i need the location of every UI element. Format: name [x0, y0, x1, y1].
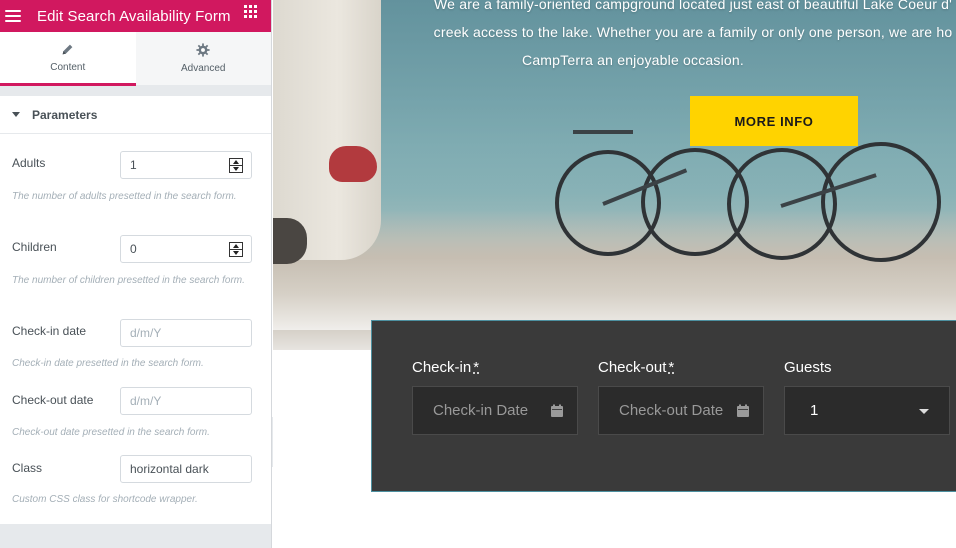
spinner-up-icon[interactable] — [230, 243, 242, 250]
required-mark: * — [473, 359, 480, 376]
tab-advanced[interactable]: Advanced — [135, 32, 271, 85]
checkin-date-picker[interactable]: Check-in Date — [412, 386, 578, 435]
tab-advanced-label: Advanced — [181, 63, 226, 74]
checkin-date-input[interactable]: d/m/Y — [120, 319, 252, 347]
hero-text-line-2: creek access to the lake. Whether you ar… — [433, 24, 953, 40]
adults-value: 1 — [130, 158, 137, 172]
chevron-down-icon — [919, 409, 929, 414]
guests-select[interactable]: 1 — [784, 386, 950, 435]
children-value: 0 — [130, 242, 137, 256]
caret-down-icon — [12, 112, 20, 117]
spinner-down-icon[interactable] — [230, 166, 242, 172]
children-description: The number of children presetted in the … — [12, 275, 245, 286]
more-info-button[interactable]: MORE INFO — [690, 96, 858, 146]
checkin-date-label: Check-in date — [12, 324, 87, 338]
adults-spinner[interactable] — [229, 158, 243, 173]
checkout-date-description: Check-out date presetted in the search f… — [12, 427, 210, 438]
adults-description: The number of adults presetted in the se… — [12, 191, 237, 202]
checkout-date-picker[interactable]: Check-out Date — [598, 386, 764, 435]
panel-tabs: Content Advanced — [0, 32, 271, 86]
checkin-field-label: Check-in * — [412, 359, 480, 376]
panel-title: Edit Search Availability Form — [37, 7, 231, 25]
checkout-date-input[interactable]: d/m/Y — [120, 387, 252, 415]
children-number-input[interactable]: 0 — [120, 235, 252, 263]
widgets-grid-icon[interactable] — [244, 5, 257, 18]
children-spinner[interactable] — [229, 242, 243, 257]
guests-value: 1 — [810, 402, 819, 419]
spinner-up-icon[interactable] — [230, 159, 242, 166]
adults-label: Adults — [12, 156, 46, 170]
class-description: Custom CSS class for shortcode wrapper. — [12, 494, 198, 505]
class-label: Class — [12, 461, 43, 475]
tab-content-label: Content — [50, 62, 86, 73]
adults-number-input[interactable]: 1 — [120, 151, 252, 179]
required-mark: * — [668, 359, 675, 376]
tab-content[interactable]: Content — [0, 32, 136, 86]
checkin-date-description: Check-in date presetted in the search fo… — [12, 358, 204, 369]
pencil-icon — [62, 44, 73, 55]
controls-list: Adults 1 The number of adults presetted … — [0, 134, 271, 524]
hero-description: We are a family-oriented campground loca… — [383, 0, 956, 74]
hero-section: We are a family-oriented campground loca… — [273, 0, 956, 350]
section-parameters-toggle[interactable]: Parameters — [0, 96, 271, 134]
checkout-field-label: Check-out * — [598, 359, 675, 376]
checkout-date-label: Check-out date — [12, 393, 94, 407]
hero-text-line-3: CampTerra an enjoyable occasion. — [522, 52, 744, 68]
class-input[interactable]: horizontal dark — [120, 455, 252, 483]
gear-icon — [196, 43, 210, 57]
hero-text-line-1: We are a family-oriented campground loca… — [433, 0, 953, 12]
spinner-down-icon[interactable] — [230, 250, 242, 256]
calendar-icon — [551, 404, 563, 417]
page-preview: We are a family-oriented campground loca… — [273, 0, 956, 548]
editor-panel: Edit Search Availability Form Content Ad… — [0, 0, 272, 548]
search-availability-form: Check-in * Check-out * Guests Check-in Dat… — [371, 320, 956, 492]
guests-field-label: Guests — [784, 359, 832, 376]
children-label: Children — [12, 240, 57, 254]
panel-header: Edit Search Availability Form — [0, 0, 271, 32]
calendar-icon — [737, 404, 749, 417]
checkin-placeholder: Check-in Date — [433, 402, 529, 419]
section-title: Parameters — [32, 107, 98, 122]
rv-vehicle-image — [273, 0, 381, 264]
checkout-placeholder: Check-out Date — [619, 402, 724, 419]
menu-icon[interactable] — [5, 10, 21, 22]
